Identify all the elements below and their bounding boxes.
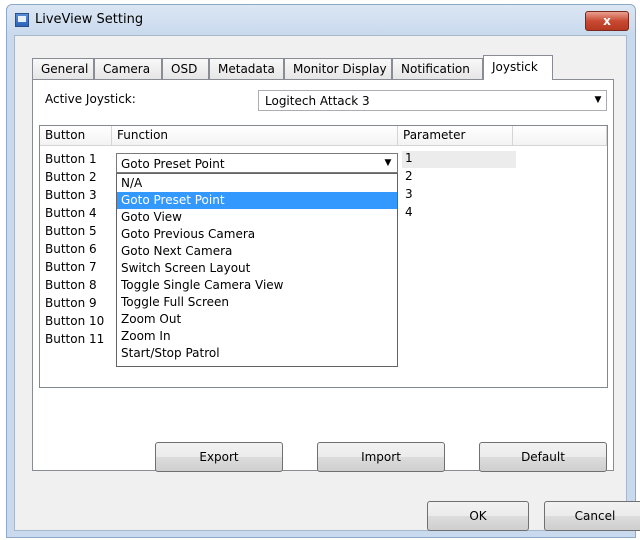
row-label-button-4: Button 4 (45, 206, 97, 220)
active-joystick-value: Logitech Attack 3 (265, 94, 370, 108)
column-header-blank (513, 126, 607, 146)
dropdown-option[interactable]: Switch Screen Layout (117, 260, 397, 277)
ok-button[interactable]: OK (427, 501, 529, 531)
import-button[interactable]: Import (317, 442, 445, 472)
row-label-button-10: Button 10 (45, 314, 105, 328)
parameter-cell-1[interactable]: 1 (402, 151, 516, 168)
dropdown-option[interactable]: Goto Previous Camera (117, 226, 397, 243)
active-joystick-select[interactable]: Logitech Attack 3 ▼ (258, 90, 607, 111)
function-dropdown-list: N/A Goto Preset Point Goto View Goto Pre… (116, 173, 398, 367)
export-button[interactable]: Export (155, 442, 283, 472)
button-mapping-grid: Button Function Parameter Button 1 Butto… (39, 125, 608, 388)
dropdown-option[interactable]: Toggle Single Camera View (117, 277, 397, 294)
close-icon: x (603, 14, 611, 28)
window-title: LiveView Setting (35, 12, 144, 27)
row-label-button-11: Button 11 (45, 332, 105, 346)
function-select[interactable]: Goto Preset Point ▼ (116, 153, 398, 173)
dialog-window: LiveView Setting x General Camera OSD Me… (6, 4, 640, 538)
dropdown-option[interactable]: Start/Stop Patrol (117, 345, 397, 362)
function-select-value: Goto Preset Point (121, 157, 225, 171)
dropdown-option[interactable]: Goto Next Camera (117, 243, 397, 260)
close-button[interactable]: x (585, 11, 629, 31)
cancel-button[interactable]: Cancel (544, 501, 640, 531)
dropdown-option[interactable]: Toggle Full Screen (117, 294, 397, 311)
chevron-down-icon[interactable]: ▼ (590, 91, 606, 110)
chevron-down-icon[interactable]: ▼ (381, 155, 395, 171)
row-label-button-7: Button 7 (45, 260, 97, 274)
joystick-panel: Active Joystick: Logitech Attack 3 ▼ But… (32, 79, 614, 472)
tab-osd[interactable]: OSD (162, 58, 209, 79)
row-label-button-2: Button 2 (45, 170, 97, 184)
dialog-client: General Camera OSD Metadata Monitor Disp… (14, 35, 640, 531)
row-label-button-6: Button 6 (45, 242, 97, 256)
active-joystick-label: Active Joystick: (45, 92, 136, 106)
row-label-button-1: Button 1 (45, 152, 97, 166)
dropdown-option[interactable]: N/A (117, 175, 397, 192)
tab-general[interactable]: General (32, 58, 94, 79)
row-label-button-5: Button 5 (45, 224, 97, 238)
tab-monitor-display[interactable]: Monitor Display (284, 58, 392, 79)
tab-joystick[interactable]: Joystick (483, 55, 553, 80)
column-header-function[interactable]: Function (112, 126, 398, 146)
tab-metadata[interactable]: Metadata (209, 58, 284, 79)
default-button[interactable]: Default (479, 442, 607, 472)
column-header-parameter[interactable]: Parameter (398, 126, 513, 146)
tab-camera[interactable]: Camera (94, 58, 162, 79)
dropdown-option-selected[interactable]: Goto Preset Point (117, 192, 397, 209)
row-label-button-3: Button 3 (45, 188, 97, 202)
dropdown-option[interactable]: Goto View (117, 209, 397, 226)
title-bar[interactable]: LiveView Setting x (7, 5, 635, 35)
parameter-cell-4[interactable]: 4 (402, 205, 516, 222)
dropdown-option[interactable]: Zoom In (117, 328, 397, 345)
dropdown-option[interactable]: Zoom Out (117, 311, 397, 328)
parameter-cell-2[interactable]: 2 (402, 169, 516, 186)
tab-notification[interactable]: Notification (392, 58, 483, 79)
row-label-button-8: Button 8 (45, 278, 97, 292)
row-label-button-9: Button 9 (45, 296, 97, 310)
parameter-cell-3[interactable]: 3 (402, 187, 516, 204)
column-header-button[interactable]: Button (40, 126, 112, 146)
app-icon (15, 13, 29, 27)
